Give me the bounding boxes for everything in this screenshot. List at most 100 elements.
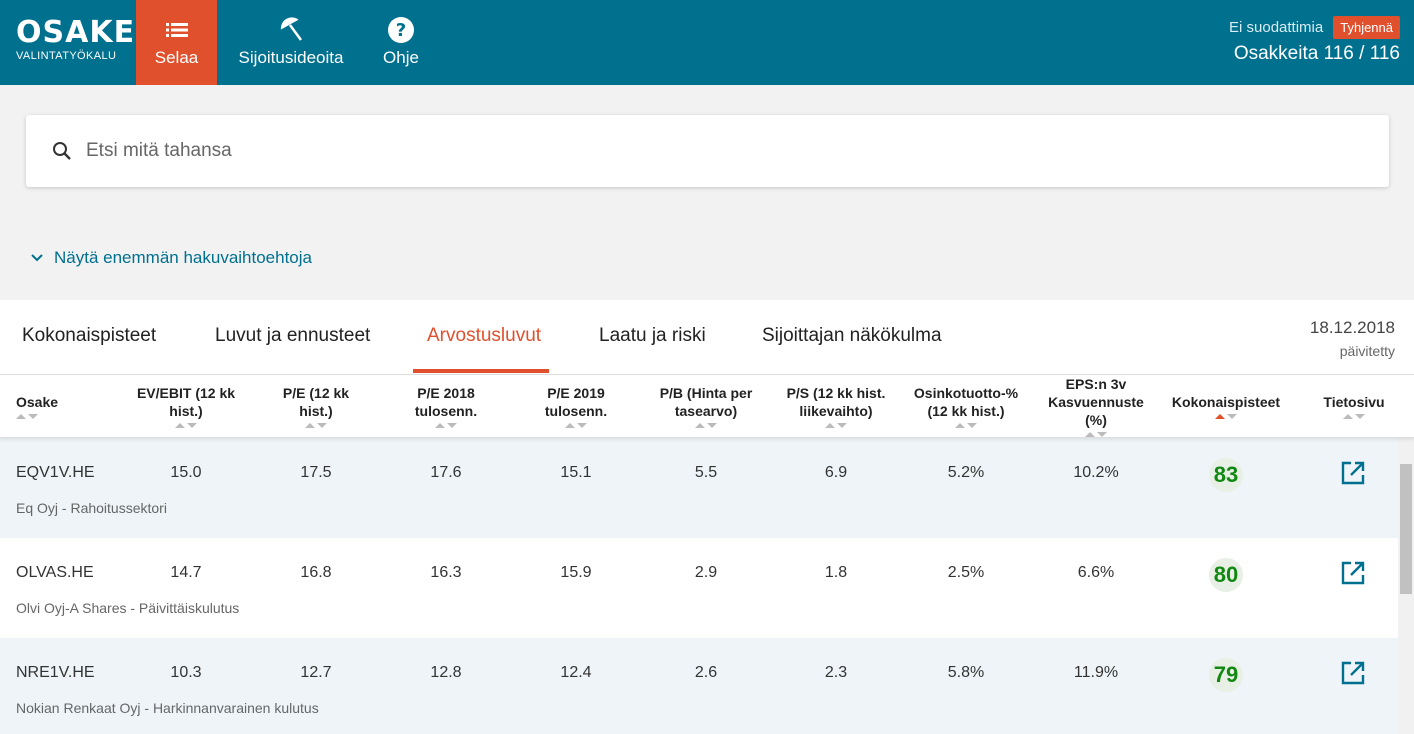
chevron-down-icon [31,254,43,262]
cell-pe-hist: 12.7 [300,664,332,681]
column-pe-2019[interactable]: P/E 2019 tulosenn. [526,375,626,439]
scrollbar-thumb[interactable] [1400,464,1412,594]
sort-icon [695,422,717,430]
clear-filters-button[interactable]: Tyhjennä [1333,16,1400,39]
column-label: P/S (12 kk hist. liikevaihto) [786,385,886,419]
column-label: P/E (12 kk hist.) [282,385,350,419]
column-label: Osinkotuotto-% (12 kk hist.) [913,385,1019,419]
cell-dividend-yield: 5.2% [947,464,985,481]
column-ps[interactable]: P/S (12 kk hist. liikevaihto) [786,375,886,439]
cell-pe-2018: 17.6 [430,464,462,481]
umbrella-icon [280,17,303,41]
cell-eps-growth: 10.2% [1073,464,1119,481]
column-osake[interactable]: Osake [16,375,96,439]
nav-sijoitusideoita[interactable]: Sijoitusideoita [226,0,356,85]
more-search-options-toggle[interactable]: Näytä enemmän hakuvaihtoehtoja [30,248,312,268]
search-input[interactable] [86,135,1366,167]
search-box [26,115,1389,187]
column-label: P/E 2019 tulosenn. [544,385,608,419]
sort-icon [435,422,457,430]
logo[interactable]: OSAKE VALINTATYÖKALU [16,15,136,63]
sort-icon [305,422,327,430]
table-row[interactable]: NRE1V.HE Nokian Renkaat Oyj - Harkinnanv… [0,638,1398,734]
external-link-icon[interactable] [1340,560,1366,586]
nav-ohje[interactable]: ? Ohje [366,0,436,85]
sort-icon [825,422,847,430]
column-label: EV/EBIT (12 kk hist.) [136,385,236,419]
column-info-page[interactable]: Tietosivu [1304,375,1404,439]
update-date: 18.12.2018 [1309,318,1395,337]
column-label: Osake [16,394,59,410]
tab-laatu-ja-riski[interactable]: Laatu ja riski [599,325,706,347]
filter-status: Ei suodattimia [1229,19,1324,36]
cell-pb: 2.6 [694,664,718,681]
stock-count: Osakkeita 116 / 116 [1233,43,1400,64]
cell-ps: 6.9 [824,464,848,481]
cell-pe-2018: 16.3 [430,564,462,581]
cell-pe-2019: 15.1 [560,464,592,481]
ticker[interactable]: EQV1V.HE [16,464,95,482]
sort-icon [1343,413,1365,421]
tab-arvostusluvut[interactable]: Arvostusluvut [427,325,541,347]
column-pe-2018[interactable]: P/E 2018 tulosenn. [396,375,496,439]
column-label: P/E 2018 tulosenn. [414,385,478,419]
nav-label: Sijoitusideoita [238,48,344,67]
update-info: 18.12.2018 päivitetty [1310,318,1395,359]
column-label: Tietosivu [1323,394,1385,410]
company-name: Olvi Oyj-A Shares - Päivittäiskulutus [16,600,240,616]
cell-pb: 5.5 [694,464,718,481]
score-badge: 83 [1209,458,1243,492]
cell-pe-hist: 16.8 [300,564,332,581]
cell-ev-ebit: 15.0 [170,464,202,481]
cell-eps-growth: 11.9% [1073,664,1119,681]
filter-status-area: Ei suodattimia Tyhjennä Osakkeita 116 / … [1229,16,1400,65]
cell-pe-2019: 12.4 [560,664,592,681]
tab-sijoittajan-nakokulma[interactable]: Sijoittajan näkökulma [762,325,942,347]
cell-ev-ebit: 14.7 [170,564,202,581]
logo-subtitle: VALINTATYÖKALU [16,50,117,62]
cell-pe-2018: 12.8 [430,664,462,681]
ticker[interactable]: OLVAS.HE [16,564,94,582]
nav-label: Ohje [383,48,419,67]
cell-dividend-yield: 2.5% [947,564,985,581]
column-total-score[interactable]: Kokonaispisteet [1166,375,1286,439]
external-link-icon[interactable] [1340,460,1366,486]
cell-ev-ebit: 10.3 [170,664,202,681]
column-pb[interactable]: P/B (Hinta per tasearvo) [646,375,766,439]
sort-icon [1215,413,1237,421]
update-label: päivitetty [1339,343,1395,359]
cell-ps: 1.8 [824,564,848,581]
column-ev-ebit[interactable]: EV/EBIT (12 kk hist.) [126,375,246,439]
search-icon [53,142,71,160]
column-label: EPS:n 3v Kasvuennuste (%) [1048,376,1144,428]
cell-pb: 2.9 [694,564,718,581]
company-name: Nokian Renkaat Oyj - Harkinnanvarainen k… [16,700,319,716]
scrollbar[interactable] [1398,438,1414,734]
sort-icon [16,413,38,421]
column-eps-growth[interactable]: EPS:n 3v Kasvuennuste (%) [1041,375,1151,439]
column-pe-hist[interactable]: P/E (12 kk hist.) [266,375,366,439]
nav-selaa[interactable]: Selaa [136,0,217,85]
more-options-label: Näytä enemmän hakuvaihtoehtoja [54,248,312,267]
tab-luvut-ja-ennusteet[interactable]: Luvut ja ennusteet [215,325,370,347]
score-badge: 79 [1209,658,1243,692]
help-icon: ? [388,17,414,43]
external-link-icon[interactable] [1340,660,1366,686]
tab-bar: Kokonaispisteet Luvut ja ennusteet Arvos… [0,300,1414,374]
table-row[interactable]: OLVAS.HE Olvi Oyj-A Shares - Päivittäisk… [0,538,1398,638]
list-icon [165,23,188,37]
cell-ps: 2.3 [824,664,848,681]
column-label: P/B (Hinta per tasearvo) [659,385,753,419]
cell-pe-2019: 15.9 [560,564,592,581]
ticker[interactable]: NRE1V.HE [16,664,95,682]
sort-icon [1085,431,1107,439]
tab-kokonaispisteet[interactable]: Kokonaispisteet [22,325,156,347]
top-bar: OSAKE VALINTATYÖKALU Selaa Sijoitusideoi… [0,0,1414,85]
sort-icon [565,422,587,430]
column-label: Kokonaispisteet [1171,394,1281,410]
sort-icon [955,422,977,430]
logo-title: OSAKE [16,15,136,50]
column-dividend-yield[interactable]: Osinkotuotto-% (12 kk hist.) [911,375,1021,439]
table-row[interactable]: EQV1V.HE Eq Oyj - Rahoitussektori 15.0 1… [0,438,1398,538]
company-name: Eq Oyj - Rahoitussektori [16,500,167,516]
